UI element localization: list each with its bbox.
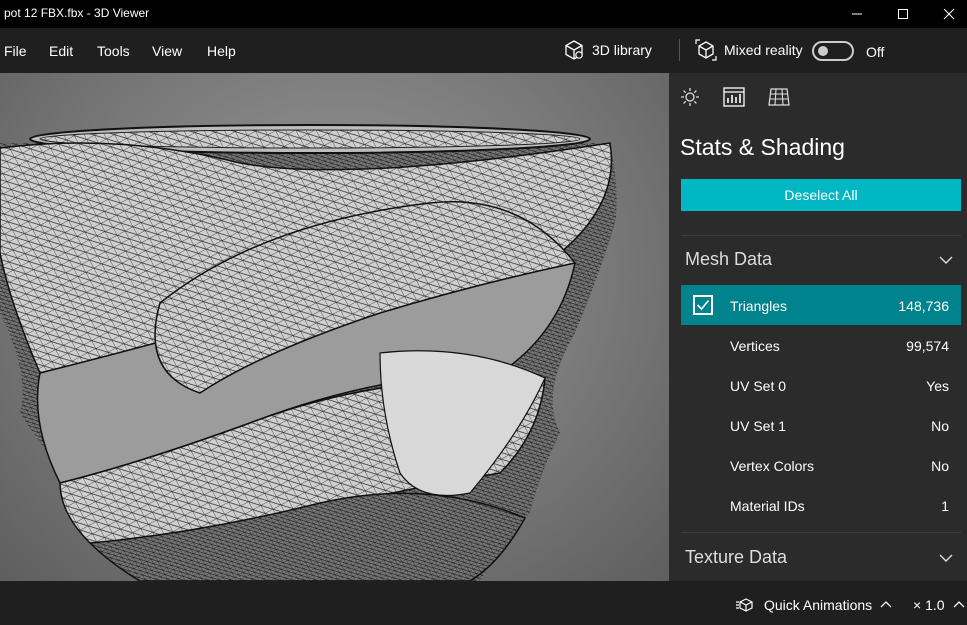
tab-stats[interactable]	[723, 86, 745, 108]
row-label: Material IDs	[730, 498, 805, 514]
row-label: Vertex Colors	[730, 458, 815, 474]
triangles-checkbox[interactable]	[693, 295, 713, 315]
mixed-reality-button[interactable]: Mixed reality	[695, 38, 803, 62]
menu-tools[interactable]: Tools	[97, 43, 130, 59]
minimize-button[interactable]	[834, 0, 880, 28]
maximize-icon	[898, 9, 908, 19]
close-button[interactable]	[926, 0, 967, 28]
toggle-knob	[818, 46, 828, 56]
quick-animations-button[interactable]: Quick Animations	[736, 597, 892, 613]
grid-icon	[768, 88, 790, 106]
mesh-row-vertices[interactable]: Vertices 99,574	[681, 325, 961, 365]
menu-view[interactable]: View	[152, 43, 182, 59]
window-title: pot 12 FBX.fbx - 3D Viewer	[4, 6, 150, 20]
title-bar: pot 12 FBX.fbx - 3D Viewer	[0, 0, 967, 28]
menu-bar: File Edit Tools View Help 3D library Mix…	[0, 28, 967, 73]
status-bar: Quick Animations × 1.0	[0, 581, 967, 625]
menu-edit[interactable]: Edit	[49, 43, 73, 59]
row-label: Triangles	[730, 298, 788, 314]
row-value: 1	[941, 498, 949, 514]
mesh-row-material-ids[interactable]: Material IDs 1	[681, 485, 961, 525]
playback-speed-button[interactable]: × 1.0	[913, 597, 965, 613]
menu-divider	[679, 39, 680, 61]
sun-icon	[681, 88, 699, 106]
chevron-down-icon	[939, 554, 953, 562]
close-icon	[943, 8, 955, 20]
texture-data-header[interactable]: Texture Data	[681, 537, 961, 577]
deselect-all-button[interactable]: Deselect All	[681, 179, 961, 211]
mesh-row-triangles[interactable]: Triangles 148,736	[681, 285, 961, 325]
tab-mesh-grid[interactable]	[768, 86, 790, 108]
divider	[681, 235, 961, 236]
maximize-button[interactable]	[880, 0, 926, 28]
mixed-reality-toggle[interactable]	[812, 41, 854, 61]
chevron-up-icon	[880, 601, 892, 608]
mixed-reality-icon	[695, 39, 717, 61]
row-value: 148,736	[898, 298, 949, 314]
mixed-reality-label: Mixed reality	[724, 42, 803, 58]
cube-icon	[565, 40, 583, 60]
row-value: No	[931, 458, 949, 474]
menu-help[interactable]: Help	[207, 43, 236, 59]
3d-viewport[interactable]	[0, 73, 669, 581]
row-label: UV Set 0	[730, 378, 787, 394]
stats-shading-panel: Stats & Shading Deselect All Mesh Data T…	[669, 73, 967, 581]
tab-lighting[interactable]	[679, 86, 701, 108]
3d-library-button[interactable]: 3D library	[563, 38, 652, 62]
chevron-up-icon	[953, 601, 964, 608]
quick-animations-label: Quick Animations	[764, 597, 873, 613]
row-label: UV Set 1	[730, 418, 787, 434]
wireframe-pot-model	[0, 124, 617, 581]
row-value: Yes	[926, 378, 949, 394]
toggle-state-label: Off	[866, 44, 885, 60]
menu-file[interactable]: File	[4, 43, 27, 59]
playback-speed-label: × 1.0	[913, 597, 945, 613]
minimize-icon	[852, 13, 862, 15]
divider	[681, 532, 961, 533]
mesh-data-header[interactable]: Mesh Data	[681, 239, 961, 279]
stats-icon	[723, 87, 745, 107]
texture-data-label: Texture Data	[685, 547, 788, 567]
mesh-data-label: Mesh Data	[685, 249, 773, 269]
checkmark-icon	[696, 299, 710, 311]
panel-title: Stats & Shading	[680, 134, 845, 160]
mesh-row-uv-set-1[interactable]: UV Set 1 No	[681, 405, 961, 445]
mesh-row-uv-set-0[interactable]: UV Set 0 Yes	[681, 365, 961, 405]
row-value: 99,574	[906, 338, 949, 354]
chevron-down-icon	[939, 256, 953, 264]
3d-library-label: 3D library	[592, 42, 652, 58]
mesh-row-vertex-colors[interactable]: Vertex Colors No	[681, 445, 961, 485]
row-value: No	[931, 418, 949, 434]
animation-icon	[736, 598, 753, 612]
row-label: Vertices	[730, 338, 780, 354]
